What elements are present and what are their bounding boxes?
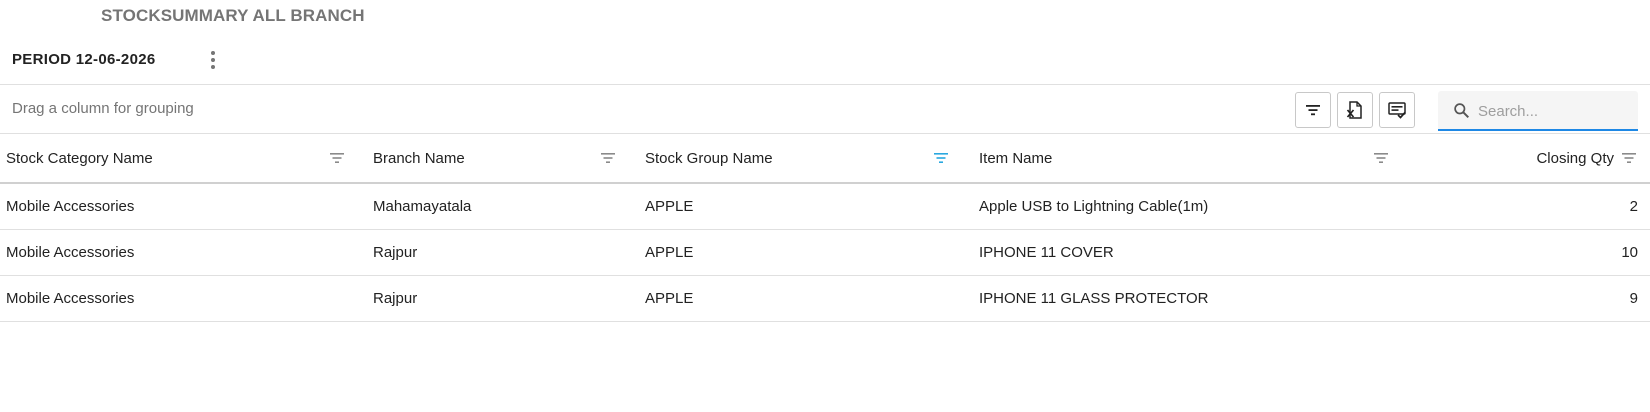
- column-header-label: Stock Category Name: [6, 149, 153, 167]
- stock-grid: Stock Category Name Branch Name Stock Gr…: [0, 134, 1650, 322]
- cell-branch: Mahamayatala: [373, 198, 472, 215]
- filter-button[interactable]: [1295, 92, 1331, 128]
- search-field[interactable]: [1438, 91, 1638, 131]
- column-header-stock-group[interactable]: Stock Group Name: [645, 134, 960, 182]
- cell-stock-group: APPLE: [645, 244, 694, 261]
- column-header-item[interactable]: Item Name: [979, 134, 1394, 182]
- grid-header-row: Stock Category Name Branch Name Stock Gr…: [0, 134, 1650, 184]
- column-filter-icon[interactable]: [1620, 149, 1638, 167]
- page-title: STOCKSUMMARY ALL BRANCH: [101, 6, 365, 25]
- column-filter-icon[interactable]: [599, 149, 617, 167]
- column-header-label: Item Name: [979, 149, 1053, 167]
- cell-item: Apple USB to Lightning Cable(1m): [979, 198, 1209, 215]
- cell-branch: Rajpur: [373, 244, 418, 261]
- search-input[interactable]: [1478, 99, 1628, 123]
- cell-item: IPHONE 11 GLASS PROTECTOR: [979, 290, 1209, 307]
- column-header-label: Stock Group Name: [645, 149, 773, 167]
- more-options-icon[interactable]: [202, 48, 224, 72]
- column-header-label: Closing Qty: [1536, 149, 1614, 167]
- period-label: PERIOD 12-06-2026: [12, 51, 156, 68]
- column-filter-icon[interactable]: [1372, 149, 1390, 167]
- cell-closing-qty: 2: [1629, 198, 1638, 215]
- cell-stock-category: Mobile Accessories: [6, 198, 135, 215]
- column-filter-active-icon[interactable]: [932, 149, 950, 167]
- column-filter-icon[interactable]: [328, 149, 346, 167]
- export-excel-button[interactable]: [1337, 92, 1373, 128]
- column-chooser-icon: [1388, 102, 1406, 119]
- table-row[interactable]: Mobile Accessories Rajpur APPLE IPHONE 1…: [0, 276, 1650, 322]
- cell-stock-group: APPLE: [645, 290, 694, 307]
- cell-stock-group: APPLE: [645, 198, 694, 215]
- cell-closing-qty: 10: [1621, 244, 1638, 261]
- column-header-branch[interactable]: Branch Name: [373, 134, 618, 182]
- column-chooser-button[interactable]: [1379, 92, 1415, 128]
- cell-closing-qty: 9: [1629, 290, 1638, 307]
- cell-item: IPHONE 11 COVER: [979, 244, 1114, 261]
- export-excel-icon: [1346, 101, 1362, 119]
- search-icon: [1454, 103, 1470, 119]
- cell-stock-category: Mobile Accessories: [6, 244, 135, 261]
- grid-toolbar: Drag a column for grouping: [0, 84, 1650, 134]
- group-panel-hint: Drag a column for grouping: [12, 100, 194, 117]
- filter-icon: [1306, 105, 1320, 116]
- column-header-closing-qty[interactable]: Closing Qty: [1420, 134, 1636, 182]
- column-header-stock-category[interactable]: Stock Category Name: [6, 134, 346, 182]
- column-header-label: Branch Name: [373, 149, 465, 167]
- cell-branch: Rajpur: [373, 290, 418, 307]
- table-row[interactable]: Mobile Accessories Mahamayatala APPLE Ap…: [0, 184, 1650, 230]
- table-row[interactable]: Mobile Accessories Rajpur APPLE IPHONE 1…: [0, 230, 1650, 276]
- period-bar: PERIOD 12-06-2026: [0, 44, 1650, 84]
- cell-stock-category: Mobile Accessories: [6, 290, 135, 307]
